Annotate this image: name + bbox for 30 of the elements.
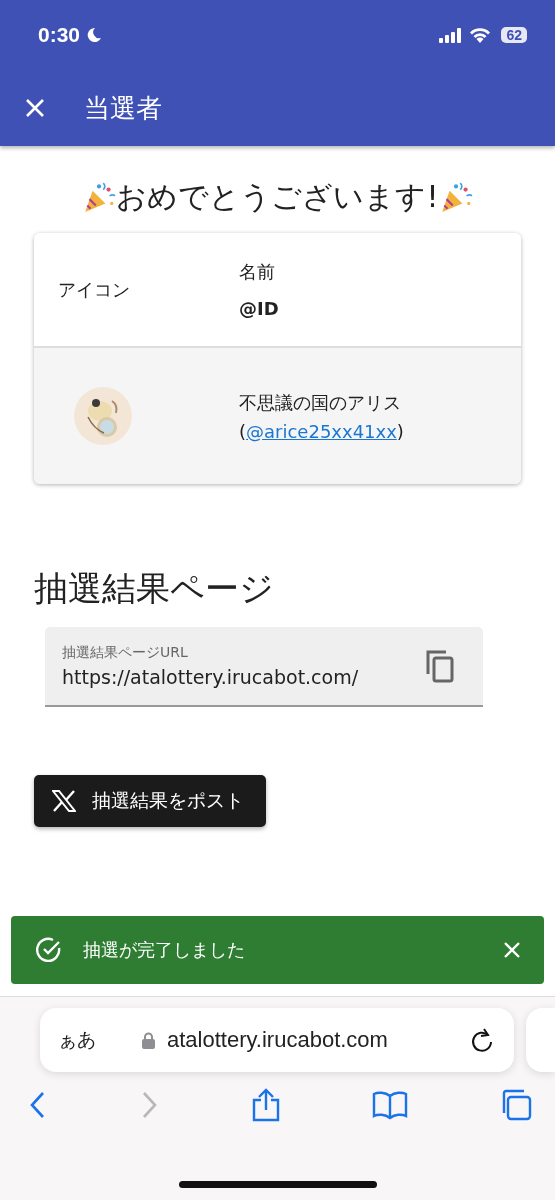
copy-icon[interactable] (425, 648, 455, 683)
snackbar-message: 抽選が完了しました (83, 938, 246, 962)
lock-icon (142, 1031, 155, 1049)
app-bar-title: 当選者 (84, 91, 162, 125)
winner-name: 不思議の国のアリス (239, 390, 402, 415)
address-bar[interactable]: ぁあ atalottery.irucabot.com (40, 1008, 514, 1072)
section-heading: 抽選結果ページ (34, 568, 275, 609)
party-popper-icon (82, 180, 117, 214)
moon-icon (86, 27, 103, 43)
battery-indicator: 62 (501, 27, 527, 43)
url-field[interactable]: 抽選結果ページURL https://atalottery.irucabot.com/ (45, 626, 483, 707)
parenthesis: ) (396, 420, 404, 442)
check-circle-icon (35, 936, 63, 964)
bookmarks-icon[interactable] (371, 1088, 408, 1122)
column-header: 名前 (239, 260, 276, 284)
post-button[interactable]: 抽選結果をポスト (34, 774, 266, 827)
wifi-icon (469, 27, 492, 43)
text-size-button[interactable]: ぁあ (58, 1027, 130, 1053)
column-header: アイコン (58, 278, 130, 300)
close-icon[interactable] (502, 940, 522, 960)
congratulations-heading: おめでとうございます! (116, 177, 439, 216)
parenthesis: ( (239, 420, 247, 442)
signal-icon (439, 27, 464, 43)
share-icon[interactable] (250, 1088, 281, 1122)
column-subheader: @ID (239, 298, 279, 319)
status-time: 0:30 (38, 23, 81, 47)
x-logo-icon (52, 789, 76, 812)
reload-icon[interactable] (470, 1027, 494, 1053)
winner-id-link[interactable]: @arice25xx41xx (246, 420, 397, 442)
url-text: atalottery.irucabot.com (167, 1027, 389, 1053)
